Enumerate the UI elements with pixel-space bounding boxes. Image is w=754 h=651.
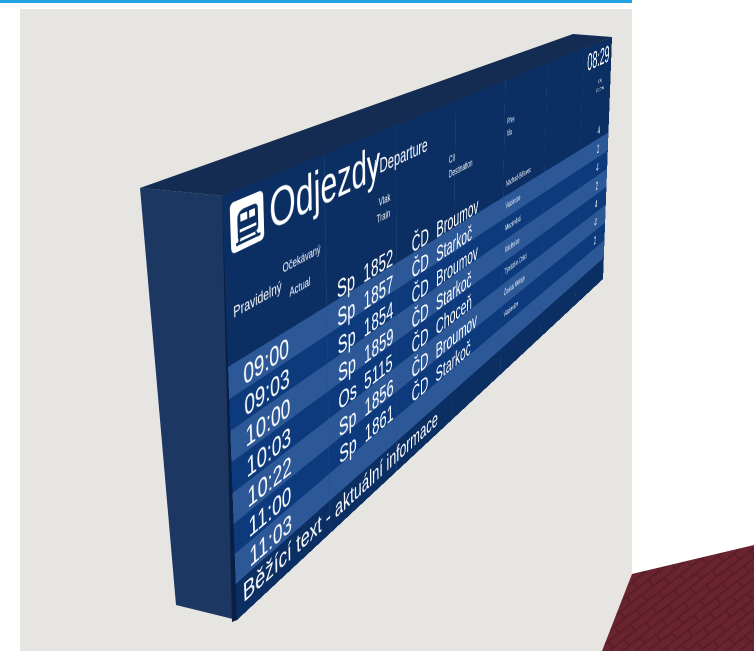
board-left-side — [140, 188, 237, 620]
platform: 4 — [595, 198, 598, 211]
brick-floor — [602, 545, 754, 651]
platform: 2 — [594, 234, 597, 247]
station-scene: Odjezdy / Departure 08:29 Pravidelný Oče… — [0, 0, 754, 651]
platform: 2 — [597, 142, 600, 155]
platform: 2 — [595, 179, 598, 192]
platform: 4 — [594, 216, 597, 229]
platform: 4 — [596, 161, 599, 174]
platform: 4 — [597, 124, 600, 137]
